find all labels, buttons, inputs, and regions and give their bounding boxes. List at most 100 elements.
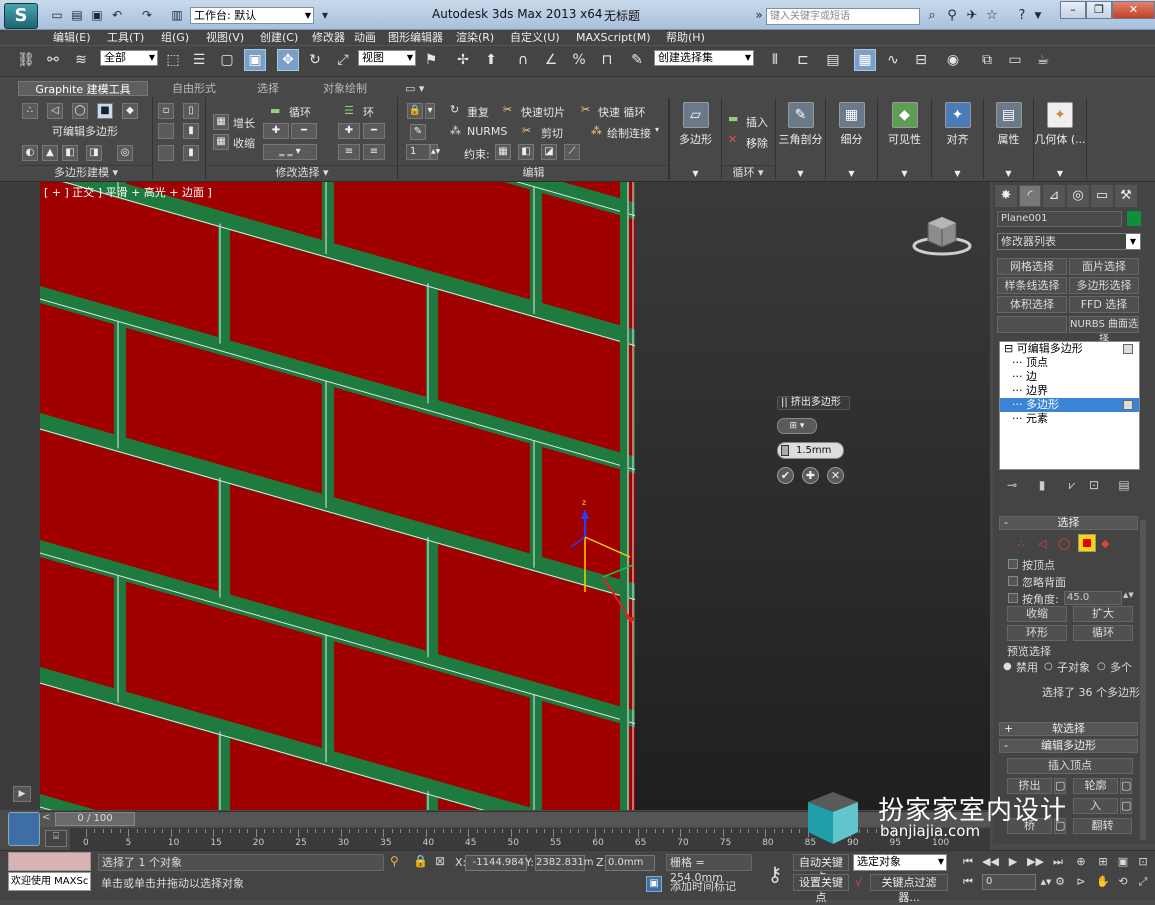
modify-mode-icon[interactable]: ◐ [22,145,38,161]
layer-manager-icon[interactable]: ▤ [822,49,844,71]
ribbon-tab-object-paint[interactable]: 对象绘制 [323,81,367,96]
undo-icon[interactable]: ↶ [110,8,124,22]
isolate-selection-icon[interactable]: ⚲ [390,854,399,868]
preserve-uvs-lock-icon[interactable]: 🔒 [407,103,423,119]
edit-polygons-rollout-header[interactable]: - 编辑多边形 [999,739,1138,753]
pin-stack-icon[interactable]: ▫ [158,103,174,119]
constrain-none-icon[interactable]: ▦ [495,144,511,160]
stack-item-border[interactable]: ··· 边界 [1000,384,1139,398]
collapse-stack-icon[interactable]: ◨ [86,145,102,161]
triangulation-button[interactable]: ✎ 三角剖分 ▼ [775,98,825,180]
loop-button[interactable]: 循环 [1073,625,1133,641]
manipulate-icon[interactable]: ✢ [452,49,474,71]
perspective-viewport[interactable]: z [40,182,990,810]
quickloop-icon[interactable]: ✂ [581,103,590,116]
loop-remove-icon[interactable]: ✕ [728,133,737,146]
stack-up-icon[interactable]: ▲ [42,145,58,161]
command-panel-scrollbar[interactable] [1140,520,1146,840]
utilities-tab-icon[interactable]: ⚒ [1115,185,1137,207]
quickslice-icon[interactable]: ✂ [503,103,512,116]
show-end-result-icon[interactable]: ▮ [1034,477,1050,493]
graphite-toggle-icon[interactable]: ▦ [854,49,876,71]
loop-label[interactable]: 循环 [289,104,311,120]
ring-label[interactable]: 环 [363,104,374,120]
angle-spinner[interactable]: 45.0 [1064,591,1122,605]
modset-volume-select[interactable]: 体积选择 [997,296,1067,313]
shrink-button[interactable]: 收缩 [1007,606,1067,622]
ring-shrink-icon[interactable]: ━ [363,123,385,139]
loop-icon[interactable]: ▬ [270,104,280,117]
make-unique-icon[interactable]: ⩗ [1064,477,1080,493]
pivot-center-icon[interactable]: ⚑ [420,49,442,71]
menu-create[interactable]: 创建(C) [260,30,298,45]
preserve-uvs-icon[interactable]: ◎ [117,145,133,161]
ribbon-tab-selection[interactable]: 选择 [257,81,279,96]
edit-named-selection-icon[interactable]: ✎ [626,49,648,71]
stack-item-vertex[interactable]: ··· 顶点 [1000,356,1139,370]
cut-label[interactable]: 剪切 [541,125,563,141]
zoom-extents-icon[interactable]: ▣ [1115,854,1131,870]
schematic-view-icon[interactable]: ⊟ [910,49,932,71]
preview-subobject-radio[interactable]: ○ [1044,661,1053,672]
select-and-move-icon[interactable]: ✥ [277,49,299,71]
flip-button[interactable]: 翻转 [1073,818,1132,834]
select-and-rotate-icon[interactable]: ↻ [304,49,326,71]
search-input[interactable]: 键入关键字或短语 [766,8,920,25]
zoom-all-icon[interactable]: ⊞ [1095,854,1111,870]
geometry-button[interactable]: ✦ 几何体 (... ▼ [1033,98,1087,180]
key-filters-icon[interactable]: √ [855,875,863,889]
percent-snap-icon[interactable]: % [568,49,590,71]
menu-edit[interactable]: 编辑(E) [53,30,91,45]
preview-multi-radio[interactable]: ○ [1097,661,1106,672]
add-time-tag-button[interactable]: 添加时间标记 [670,878,736,894]
help-dropdown-icon[interactable]: ▼ [1030,8,1046,24]
key-mode-toggle-icon[interactable]: ⏮ [960,874,976,890]
repeat-label[interactable]: 重复 [467,104,489,120]
viewcube[interactable] [912,213,972,258]
app-logo-icon[interactable]: S [4,3,38,29]
ribbon-scroll-icon[interactable]: ▮ [183,123,199,139]
favorites-star-icon[interactable]: ☆ [984,8,1000,24]
object-name-field[interactable]: Plane001 [997,211,1122,227]
loop-grow-icon[interactable]: ✚ [263,123,289,139]
loop-insert-label[interactable]: 插入 [746,114,768,130]
hierarchy-tab-icon[interactable]: ⊿ [1043,185,1065,207]
loop-options-icon[interactable]: ‗ ‗ ▾ [263,144,317,160]
project-folder-icon[interactable]: ▥ [170,8,184,22]
current-frame-field[interactable]: 0 [982,874,1036,890]
vertex-select-icon[interactable]: ∴ [1018,537,1025,550]
save-icon[interactable]: ▣ [90,8,104,22]
bind-space-warp-icon[interactable]: ≋ [70,49,92,71]
keyboard-shortcut-override-icon[interactable]: ⬆ [480,49,502,71]
curve-editor-icon[interactable]: ∿ [882,49,904,71]
align-icon[interactable]: ⊏ [792,49,814,71]
stack-item-edge[interactable]: ··· 边 [1000,370,1139,384]
next-frame-icon[interactable]: ▶▶ [1027,854,1044,870]
vertex-mode-icon[interactable]: ∴ [22,103,38,119]
minimize-button[interactable]: – [1060,1,1086,19]
viewport-layout-tab[interactable] [8,812,40,846]
constrain-face-icon[interactable]: ◪ [541,144,557,160]
snaps-toggle-icon[interactable]: ∩ [512,49,534,71]
group-title-poly-modeling[interactable]: 多边形建模 ▾ [18,165,154,179]
workspace-dropdown[interactable]: 工作台: 默认 ▼ [190,7,314,24]
maxscript-listener-mini[interactable] [8,852,91,871]
pin-stack-icon[interactable]: ⊸ [1004,477,1020,493]
restore-button[interactable]: ❐ [1086,1,1112,19]
visibility-button[interactable]: ◆ 可见性 ▼ [877,98,931,180]
time-slider-handle[interactable]: 0 / 100 [55,812,135,826]
material-editor-icon[interactable]: ◉ [942,49,964,71]
menu-graph-editors[interactable]: 图形编辑器 [388,30,443,45]
selection-filter-dropdown[interactable]: 全部 ▼ [100,50,158,66]
modset-spline-select[interactable]: 样条线选择 [997,277,1067,294]
subdivision-button[interactable]: ▦ 细分 ▼ [825,98,877,180]
ribbon-tab-freeform[interactable]: 自由形式 [172,81,216,96]
insert-vertex-button[interactable]: 插入顶点 [1007,758,1133,774]
spinner-snap-icon[interactable]: ⊓ [596,49,618,71]
new-file-icon[interactable]: ▭ [50,8,64,22]
polygon-mode-icon[interactable]: ■ [97,103,113,119]
zoom-icon[interactable]: ⊕ [1073,854,1089,870]
rendered-frame-window-icon[interactable]: ▭ [1004,49,1026,71]
subobject-mode-icon[interactable]: ▯ [183,103,199,119]
ribbon-tab-graphite[interactable]: Graphite 建模工具 [18,81,148,96]
